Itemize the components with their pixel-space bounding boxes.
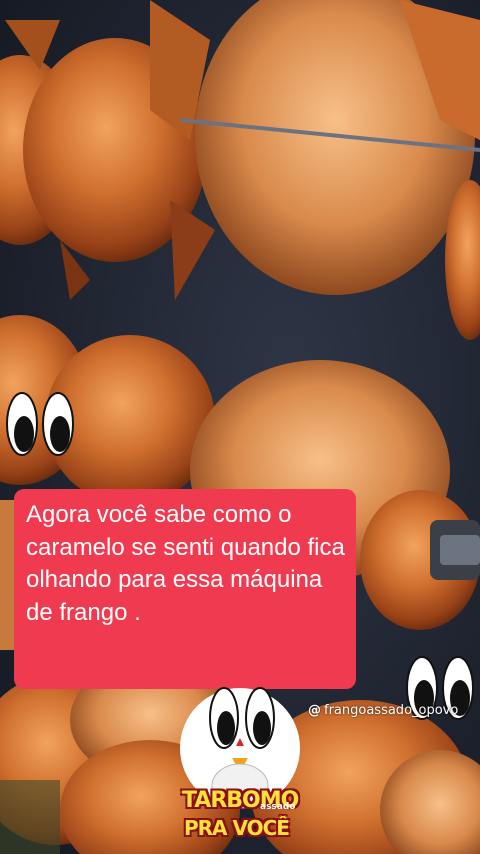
caption-text: Agora você sabe como o caramelo se senti… [26,501,345,626]
tarbomo-sticker: TARBOMO assado PRA VOCÊ [176,686,304,854]
at-icon: @ [308,703,321,718]
creator-watermark: @ frangoassado_opovo [308,703,458,718]
googly-eyes-icon [6,392,74,456]
watermark-handle: frangoassado_opovo [324,703,459,718]
sticker-subtitle: assado [260,802,296,812]
sticker-tagline: PRA VOCÊ [184,816,290,840]
caption-box: Agora você sabe como o caramelo se senti… [14,489,356,689]
